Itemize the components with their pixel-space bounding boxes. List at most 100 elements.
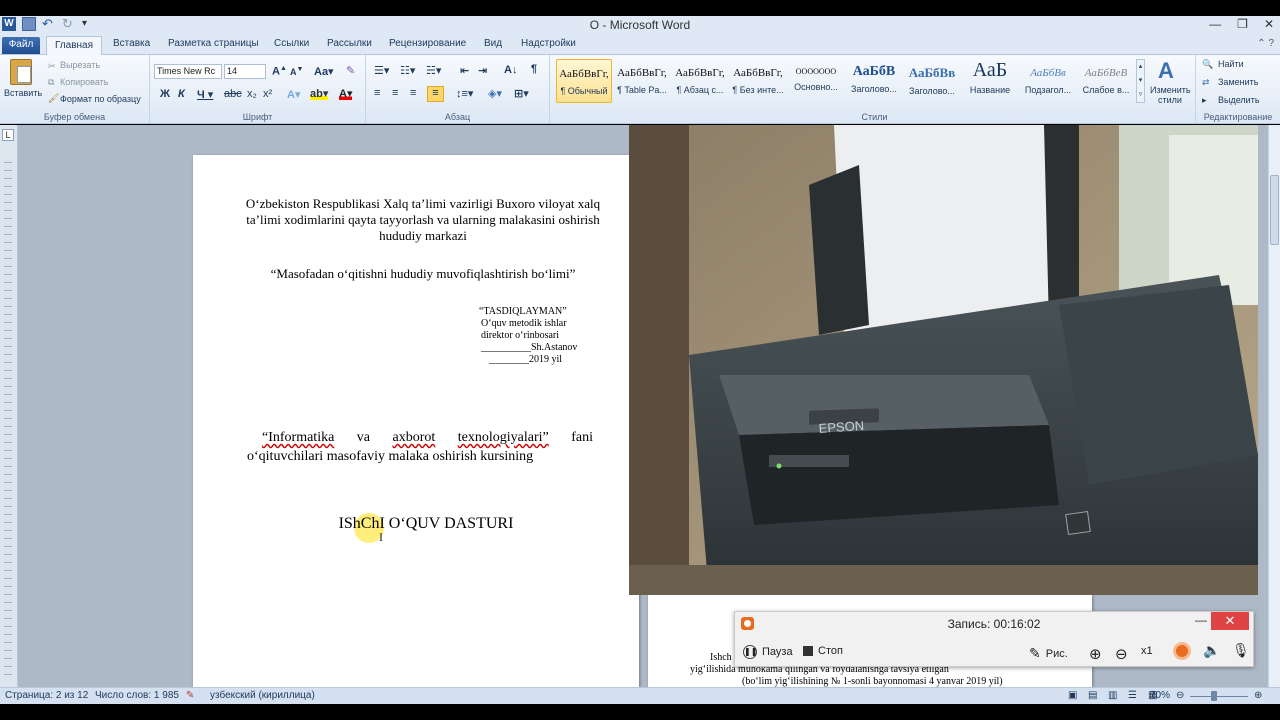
font-size-box[interactable]: 14 xyxy=(224,64,266,79)
tab-file[interactable]: Файл xyxy=(2,37,40,54)
style-body-text[interactable]: ООООООО Основно... xyxy=(788,59,844,103)
change-case-icon[interactable]: Aa▾ xyxy=(314,65,334,78)
align-center-icon[interactable]: ≡ xyxy=(392,87,398,99)
minimize-icon[interactable]: — xyxy=(1209,17,1221,31)
copy-icon[interactable]: ⧉ xyxy=(48,77,54,88)
justify-icon[interactable]: ≡ xyxy=(427,86,444,102)
page-count[interactable]: Страница: 2 из 12 xyxy=(5,690,88,701)
font-color-icon[interactable]: A▾ xyxy=(339,87,353,100)
style-list-paragraph[interactable]: АаБбВвГг, ¶ Абзац с... xyxy=(672,59,728,103)
select-button[interactable]: Выделить xyxy=(1218,95,1260,105)
strikethrough-icon[interactable]: abc xyxy=(224,88,242,100)
shading-icon[interactable]: ◈▾ xyxy=(488,87,502,100)
recorder-close-icon[interactable]: ✕ xyxy=(1211,612,1249,630)
tab-selector-icon[interactable]: L xyxy=(2,129,14,141)
tab-home[interactable]: Главная xyxy=(46,36,102,55)
view-print-layout-icon[interactable]: ▣ xyxy=(1068,690,1077,701)
style-subtitle[interactable]: АаБбВв Подзагол... xyxy=(1020,59,1076,103)
replace-button[interactable]: Заменить xyxy=(1218,77,1258,87)
multilevel-list-icon[interactable]: ☵▾ xyxy=(426,64,441,77)
window-title: O - Microsoft Word xyxy=(589,18,691,32)
zoom-level-indicator[interactable]: 70% xyxy=(1150,690,1170,701)
clear-formatting-icon[interactable]: ✎ xyxy=(346,64,355,77)
document-page[interactable]: O‘zbekiston Respublikasi Xalq ta’limi va… xyxy=(193,155,639,687)
text-effects-icon[interactable]: A▾ xyxy=(287,88,300,101)
paste-button[interactable]: Вставить xyxy=(4,88,42,98)
select-icon[interactable]: ▸ xyxy=(1202,95,1207,106)
bold-icon[interactable]: Ж xyxy=(160,88,170,100)
zoom-in-icon[interactable]: ⊕ xyxy=(1089,645,1102,663)
style-table-paragraph[interactable]: АаБбВвГг, ¶ Table Pa... xyxy=(614,59,670,103)
ribbon-collapse-icon[interactable]: ⌃ ? xyxy=(1257,38,1274,49)
style-no-spacing[interactable]: АаБбВвГг, ¶ Без инте... xyxy=(730,59,786,103)
cut-icon[interactable]: ✂ xyxy=(48,61,56,72)
stop-button[interactable]: Стоп xyxy=(803,645,843,657)
sort-icon[interactable]: A↓ xyxy=(504,64,517,76)
align-left-icon[interactable]: ≡ xyxy=(374,87,380,99)
align-right-icon[interactable]: ≡ xyxy=(410,87,416,99)
tab-insert[interactable]: Вставка xyxy=(113,38,150,49)
zoom-out-icon[interactable]: ⊖ xyxy=(1115,645,1128,663)
close-icon[interactable]: ✕ xyxy=(1264,17,1274,31)
format-painter-button[interactable]: Формат по образцу xyxy=(60,94,141,104)
style-normal[interactable]: АаБбВвГг, ¶ Обычный xyxy=(556,59,612,103)
view-web-icon[interactable]: ▥ xyxy=(1108,690,1117,701)
grow-font-icon[interactable]: A▲ xyxy=(272,65,287,78)
change-styles-icon[interactable]: A xyxy=(1158,58,1174,84)
shrink-font-icon[interactable]: A▼ xyxy=(290,66,303,77)
tab-page-layout[interactable]: Разметка страницы xyxy=(168,38,259,49)
subscript-icon[interactable]: x₂ xyxy=(247,88,257,100)
underline-icon[interactable]: Ч ▾ xyxy=(197,88,213,101)
tab-references[interactable]: Ссылки xyxy=(274,38,309,49)
language-indicator[interactable]: узбекский (кириллица) xyxy=(210,690,315,701)
replace-icon[interactable]: ⇄ xyxy=(1202,77,1210,88)
zoom-out-status-icon[interactable]: ⊖ xyxy=(1176,690,1184,701)
webcam-toggle-icon[interactable] xyxy=(1173,642,1191,660)
find-icon[interactable]: 🔍 xyxy=(1202,59,1213,70)
tab-view[interactable]: Вид xyxy=(484,38,502,49)
tab-mailings[interactable]: Рассылки xyxy=(327,38,372,49)
style-heading-1[interactable]: АаБбВ Заголово... xyxy=(846,59,902,103)
vertical-scrollbar[interactable] xyxy=(1268,125,1280,687)
zoom-slider-thumb[interactable] xyxy=(1211,691,1217,701)
scrollbar-thumb[interactable] xyxy=(1270,175,1279,245)
borders-icon[interactable]: ⊞▾ xyxy=(514,87,529,100)
pause-button[interactable]: ❚❚ Пауза xyxy=(743,645,793,659)
style-heading-2[interactable]: АаБбВв Заголово... xyxy=(904,59,960,103)
spelling-icon[interactable]: ✎ xyxy=(186,690,194,701)
increase-indent-icon[interactable]: ⇥ xyxy=(478,64,487,77)
draw-button[interactable]: ✎ Рис. xyxy=(1029,645,1068,662)
style-subtle-emphasis[interactable]: АаБбВеВ Слабое в... xyxy=(1078,59,1134,103)
microphone-icon[interactable]: 🎙 xyxy=(1232,642,1250,659)
show-marks-icon[interactable]: ¶ xyxy=(531,63,537,75)
find-button[interactable]: Найти xyxy=(1218,59,1244,69)
view-full-screen-icon[interactable]: ▤ xyxy=(1088,690,1097,701)
cut-button[interactable]: Вырезать xyxy=(60,60,100,70)
bullets-icon[interactable]: ☰▾ xyxy=(374,64,389,77)
view-outline-icon[interactable]: ☰ xyxy=(1128,690,1137,701)
line-spacing-icon[interactable]: ↕≡▾ xyxy=(456,87,473,100)
paste-icon[interactable] xyxy=(10,59,32,85)
highlight-icon[interactable]: ab▾ xyxy=(310,87,329,100)
word-count[interactable]: Число слов: 1 985 xyxy=(95,690,179,701)
change-styles-button[interactable]: Изменить стили xyxy=(1150,85,1191,105)
numbering-icon[interactable]: ☷▾ xyxy=(400,64,415,77)
italic-icon[interactable]: К xyxy=(178,88,185,100)
restore-icon[interactable]: ❐ xyxy=(1237,17,1248,31)
zoom-in-status-icon[interactable]: ⊕ xyxy=(1254,690,1262,701)
speaker-icon[interactable]: 🔈 xyxy=(1203,642,1220,659)
superscript-icon[interactable]: x² xyxy=(263,88,272,100)
styles-gallery-scroll[interactable]: ▴ ▾ ▿ xyxy=(1136,59,1145,103)
recorder-minimize-icon[interactable]: — xyxy=(1195,613,1207,627)
title-bar: W ↶ ↻ ▾ O - Microsoft Word — ❐ ✕ xyxy=(0,16,1280,36)
copy-button[interactable]: Копировать xyxy=(60,77,108,87)
zoom-slider[interactable] xyxy=(1190,696,1248,697)
tab-review[interactable]: Рецензирование xyxy=(389,38,466,49)
decrease-indent-icon[interactable]: ⇤ xyxy=(460,64,469,77)
format-painter-icon[interactable]: 🖌 xyxy=(48,93,59,104)
stop-icon xyxy=(803,646,813,656)
font-name-box[interactable]: Times New Rc xyxy=(154,64,222,79)
style-title[interactable]: АаБ Название xyxy=(962,59,1018,103)
ruler-ticks xyxy=(4,155,12,675)
tab-addins[interactable]: Надстройки xyxy=(521,38,576,49)
